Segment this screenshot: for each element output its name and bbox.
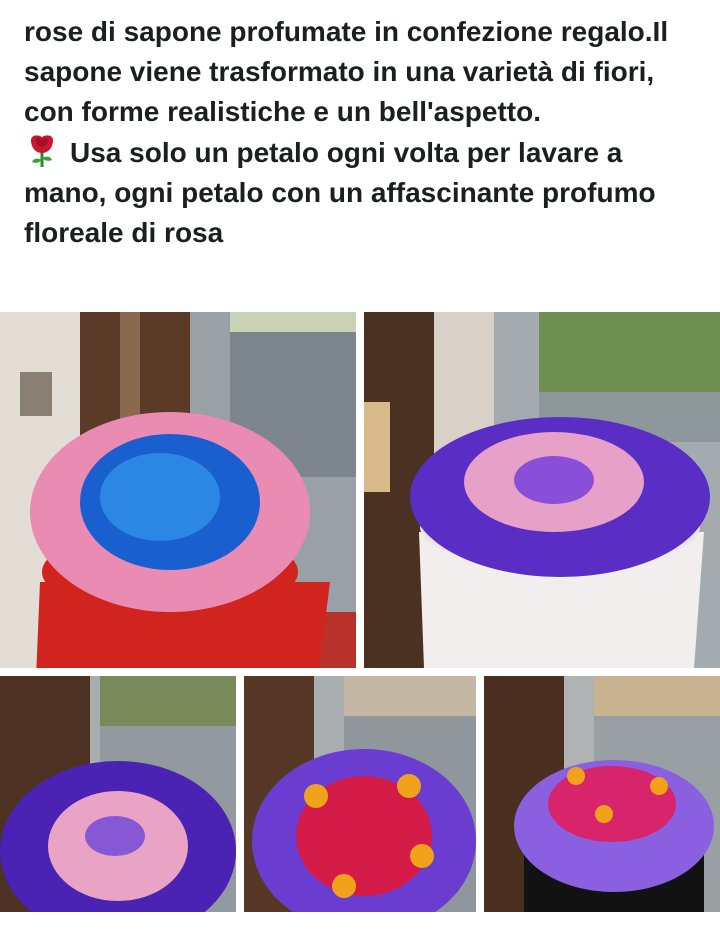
post-paragraph-2-text: Usa solo un petalo ogni volta per lavare… xyxy=(24,137,656,248)
post-paragraph-1: rose di sapone profumate in confezione r… xyxy=(24,16,669,127)
photo-5[interactable] xyxy=(484,676,720,912)
photo-1[interactable] xyxy=(0,312,356,668)
post-paragraph-2: Usa solo un petalo ogni volta per lavare… xyxy=(24,132,704,253)
photo-3[interactable] xyxy=(0,676,236,912)
photo-2[interactable] xyxy=(364,312,720,668)
post-text: rose di sapone profumate in confezione r… xyxy=(24,12,704,253)
photo-4[interactable] xyxy=(244,676,476,912)
rose-emoji-icon xyxy=(31,135,53,167)
